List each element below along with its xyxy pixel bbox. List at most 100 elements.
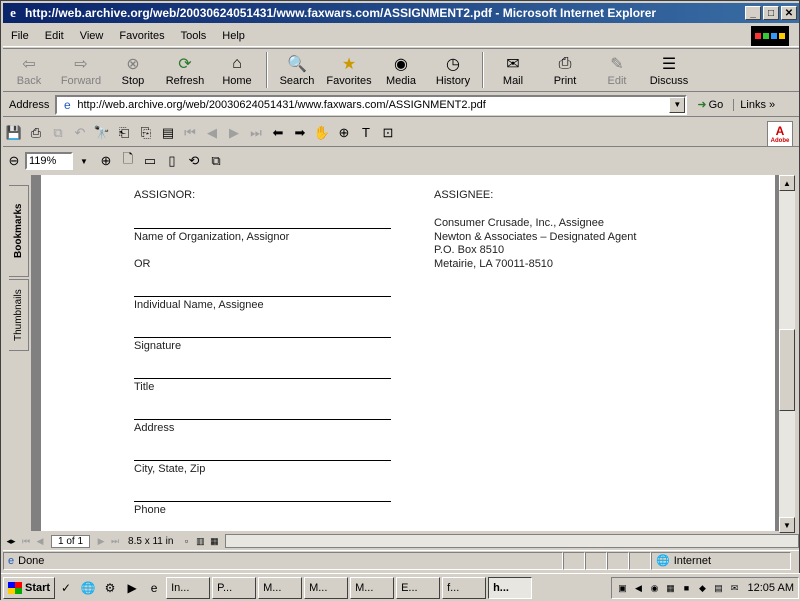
taskbar-item-active[interactable]: h... — [488, 576, 533, 599]
last-page-icon[interactable]: ⏭ — [245, 122, 267, 144]
acrobat-toolbar-1: 💾 ⎙ ⧉ ↶ 🔭 ⎗ ⎘ ▤ ⏮ ◀ ▶ ⏭ ⬅ ➡ ✋ ⊕ T ⊡ A Ado… — [3, 119, 799, 147]
assignor-heading: ASSIGNOR: — [134, 189, 196, 201]
prev-page-small-icon[interactable]: ◀ — [33, 534, 47, 548]
mail-label: Mail — [502, 74, 524, 87]
pdf-page: ASSIGNOR: ASSIGNEE: Consumer Crusade, In… — [41, 175, 775, 531]
save-icon[interactable]: 💾 — [3, 122, 25, 144]
facing-icon[interactable]: ▦ — [207, 534, 221, 548]
zoom-tool-icon[interactable]: ⊕ — [333, 122, 355, 144]
taskbar-item[interactable]: E... — [396, 576, 441, 599]
tray-icon[interactable]: ✉ — [728, 581, 742, 595]
stop-button[interactable]: ⊗ Stop — [107, 50, 159, 90]
status-panel — [563, 551, 585, 570]
tray-icon[interactable]: ◆ — [696, 581, 710, 595]
page-done-icon: e — [8, 554, 15, 567]
media-button[interactable]: ◉ Media — [375, 50, 427, 90]
address-dropdown-icon[interactable]: ▼ — [669, 96, 686, 113]
quicklaunch-icon[interactable]: 🌐 — [78, 578, 98, 598]
fit-page-icon[interactable]: ▭ — [139, 150, 161, 172]
tray-icon[interactable]: ◉ — [648, 581, 662, 595]
taskbar-item[interactable]: M... — [304, 576, 349, 599]
history-button[interactable]: ◷ History — [427, 50, 479, 90]
snapshot-tool-icon[interactable]: ⊡ — [377, 122, 399, 144]
discuss-button[interactable]: ☰ Discuss — [643, 50, 695, 90]
print-button[interactable]: ⎙ Print — [539, 50, 591, 90]
menu-favorites[interactable]: Favorites — [111, 30, 172, 42]
quicklaunch-icon[interactable]: ⚙ — [100, 578, 120, 598]
maximize-button[interactable]: □ — [763, 6, 779, 20]
next-page-small-icon[interactable]: ▶ — [94, 534, 108, 548]
toggle-nav-pane-icon[interactable]: ◂▸ — [3, 534, 19, 548]
previous-view-icon[interactable]: ⎗ — [113, 122, 135, 144]
links-button[interactable]: Links » — [733, 98, 775, 111]
menu-edit[interactable]: Edit — [37, 30, 72, 42]
go-forward-icon[interactable]: ➡ — [289, 122, 311, 144]
page-number-field[interactable]: 1 of 1 — [51, 534, 91, 548]
go-back-icon[interactable]: ⬅ — [267, 122, 289, 144]
minimize-button[interactable]: _ — [745, 6, 761, 20]
next-view-icon[interactable]: ⎘ — [135, 122, 157, 144]
taskbar-item[interactable]: f... — [442, 576, 487, 599]
horizontal-scrollbar[interactable] — [225, 534, 799, 548]
scroll-up-icon[interactable]: ▲ — [779, 175, 795, 191]
tray-icon[interactable]: ▣ — [616, 581, 630, 595]
actual-size-icon[interactable]: 🗋 — [117, 150, 139, 172]
forward-button[interactable]: ⇨ Forward — [55, 50, 107, 90]
address-url: http://web.archive.org/web/2003062405143… — [77, 98, 486, 111]
taskbar-item[interactable]: M... — [350, 576, 395, 599]
first-page-icon[interactable]: ⏮ — [179, 122, 201, 144]
page-layout-icon[interactable]: ⧉ — [205, 150, 227, 172]
search-button[interactable]: 🔍 Search — [271, 50, 323, 90]
hand-tool-icon[interactable]: ✋ — [311, 122, 333, 144]
mail-button[interactable]: ✉ Mail — [487, 50, 539, 90]
zoom-input[interactable]: 119% — [25, 152, 73, 170]
fit-width-icon[interactable]: ▯ — [161, 150, 183, 172]
menu-tools[interactable]: Tools — [173, 30, 215, 42]
back-button[interactable]: ⇦ Back — [3, 50, 55, 90]
assignee-heading: ASSIGNEE: — [434, 189, 494, 201]
undo-icon[interactable]: ↶ — [69, 122, 91, 144]
tray-icon[interactable]: ▦ — [664, 581, 678, 595]
print-icon[interactable]: ⎙ — [25, 122, 47, 144]
taskbar-item[interactable]: M... — [258, 576, 303, 599]
copy-icon[interactable]: ⧉ — [47, 122, 69, 144]
menu-view[interactable]: View — [72, 30, 112, 42]
status-text-panel: e Done — [3, 551, 563, 570]
first-page-small-icon[interactable]: ⏮ — [19, 534, 33, 548]
zoom-in-icon[interactable]: ⊕ — [95, 150, 117, 172]
continuous-icon[interactable]: ▥ — [193, 534, 207, 548]
last-page-small-icon[interactable]: ⏭ — [108, 534, 122, 548]
zoom-dropdown-icon[interactable]: ▼ — [73, 150, 95, 172]
rotate-view-icon[interactable]: ⟲ — [183, 150, 205, 172]
zoom-out-icon[interactable]: ⊖ — [3, 150, 25, 172]
previous-page-icon[interactable]: ◀ — [201, 122, 223, 144]
taskbar-item[interactable]: In... — [166, 576, 211, 599]
menu-help[interactable]: Help — [214, 30, 253, 42]
close-button[interactable]: ✕ — [781, 6, 797, 20]
taskbar-item[interactable]: P... — [212, 576, 257, 599]
refresh-button[interactable]: ⟳ Refresh — [159, 50, 211, 90]
tray-icon[interactable]: ■ — [680, 581, 694, 595]
go-button[interactable]: ➜ Go — [693, 98, 727, 112]
next-page-icon[interactable]: ▶ — [223, 122, 245, 144]
start-button[interactable]: Start — [3, 576, 56, 599]
quicklaunch-icon[interactable]: e — [144, 578, 164, 598]
address-input[interactable]: e http://web.archive.org/web/20030624051… — [55, 94, 688, 115]
text-select-icon[interactable]: T — [355, 122, 377, 144]
scroll-thumb[interactable] — [779, 329, 795, 411]
scroll-down-icon[interactable]: ▼ — [779, 517, 795, 533]
tray-icon[interactable]: ▤ — [712, 581, 726, 595]
edit-button[interactable]: ✎ Edit — [591, 50, 643, 90]
favorites-button[interactable]: ★ Favorites — [323, 50, 375, 90]
home-button[interactable]: ⌂ Home — [211, 50, 263, 90]
quicklaunch-icon[interactable]: ▶ — [122, 578, 142, 598]
volume-icon[interactable]: ◀ — [632, 581, 646, 595]
quicklaunch-icon[interactable]: ✓ — [56, 578, 76, 598]
document-properties-icon[interactable]: ▤ — [157, 122, 179, 144]
tab-bookmarks[interactable]: Bookmarks — [9, 185, 29, 277]
single-page-icon[interactable]: ▫ — [179, 534, 193, 548]
find-icon[interactable]: 🔭 — [91, 122, 113, 144]
vertical-scrollbar[interactable]: ▲ ▼ — [779, 175, 795, 533]
tab-thumbnails[interactable]: Thumbnails — [9, 279, 29, 351]
menu-file[interactable]: File — [3, 30, 37, 42]
